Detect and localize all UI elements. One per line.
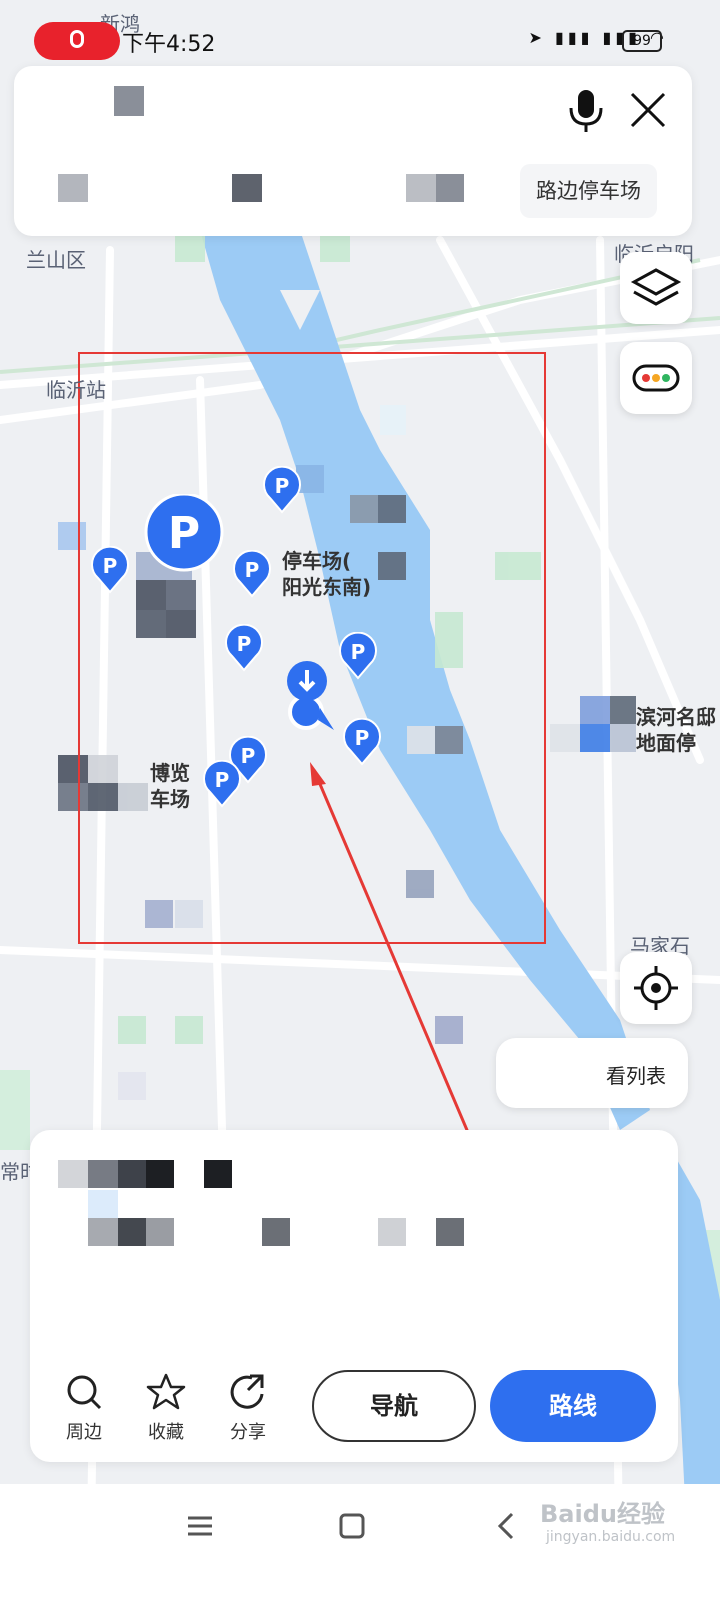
battery-indicator: 99 (622, 30, 662, 52)
svg-text:P: P (355, 726, 370, 750)
redacted-text (114, 86, 144, 116)
parking-marker-icon[interactable]: P (338, 632, 378, 680)
watermark-url: jingyan.baidu.com (546, 1529, 676, 1545)
search-card: 路边停车场 (14, 66, 692, 236)
place-detail-sheet: 周边 收藏 分享 导航 路线 (30, 1130, 678, 1462)
menu-icon[interactable] (184, 1510, 216, 1542)
redacted-text (232, 174, 262, 202)
map-label-linyi-station: 临沂站 (46, 378, 106, 402)
back-icon[interactable] (490, 1510, 522, 1542)
svg-text:P: P (241, 744, 256, 768)
layers-button[interactable] (620, 252, 692, 324)
redacted-text (88, 1218, 118, 1246)
parking-marker-icon[interactable]: P (262, 466, 302, 514)
redacted-text (436, 174, 464, 202)
redacted-text (146, 1160, 174, 1188)
parking-marker-icon[interactable]: P (202, 760, 242, 808)
svg-text:P: P (275, 474, 290, 498)
traffic-button[interactable] (620, 342, 692, 414)
star-icon (146, 1373, 186, 1410)
view-list-button[interactable]: 看列表 (496, 1038, 688, 1108)
nearby-action[interactable]: 周边 (54, 1372, 114, 1444)
home-icon[interactable] (336, 1510, 368, 1542)
map-label-expo-parking[interactable]: 博览 车场 (150, 760, 190, 812)
map-label-lanshan: 兰山区 (26, 248, 86, 272)
svg-text:P: P (245, 558, 260, 582)
svg-text:P: P (103, 554, 118, 578)
svg-text:P: P (168, 508, 200, 559)
filter-chip-roadside-parking[interactable]: 路边停车场 (520, 164, 657, 218)
redacted-text (262, 1218, 290, 1246)
view-list-label: 看列表 (606, 1064, 666, 1088)
watermark-brand: Baidu经验 (540, 1500, 665, 1528)
destination-pin-icon (287, 661, 327, 701)
parking-marker-icon[interactable]: P (90, 546, 130, 594)
redacted-text (378, 1218, 406, 1246)
map-label-binhe[interactable]: 滨河名邸 地面停 (636, 704, 716, 756)
map-label-parking-sunshine[interactable]: 停车场( 阳光东南) (282, 548, 371, 600)
svg-text:P: P (215, 768, 230, 792)
navigate-button[interactable]: 导航 (312, 1370, 476, 1442)
close-icon[interactable] (626, 88, 670, 132)
parking-marker-icon[interactable]: P (232, 550, 272, 598)
status-time: 下午4:52 (122, 32, 216, 57)
svg-text:P: P (351, 640, 366, 664)
svg-text:P: P (237, 632, 252, 656)
redacted-text (118, 1160, 146, 1188)
selected-parking-marker-icon[interactable]: P (144, 494, 226, 580)
redacted-text (88, 1190, 118, 1218)
route-button[interactable]: 路线 (490, 1370, 656, 1442)
redacted-text (204, 1160, 232, 1188)
redacted-text (118, 1218, 146, 1246)
recording-indicator[interactable] (34, 22, 120, 60)
locate-button[interactable] (620, 952, 692, 1024)
redacted-text (436, 1218, 464, 1246)
favorite-action[interactable]: 收藏 (136, 1372, 196, 1444)
parking-marker-icon[interactable]: P (224, 624, 264, 672)
share-action[interactable]: 分享 (218, 1372, 278, 1444)
search-icon (67, 1375, 102, 1410)
share-label: 分享 (230, 1422, 266, 1443)
redacted-text (406, 174, 436, 202)
traffic-light-icon (632, 364, 680, 392)
watermark: Baidu经验 jingyan.baidu.com (540, 1494, 675, 1545)
microphone-icon (70, 30, 84, 48)
favorite-label: 收藏 (148, 1422, 184, 1443)
redacted-text (58, 174, 88, 202)
status-bar: 下午4:52 ➤ ▮▮▮ ▮▮▮ ◠ 99 (0, 0, 720, 60)
share-icon (230, 1374, 264, 1409)
layers-icon (630, 268, 682, 306)
locate-icon (634, 966, 678, 1010)
redacted-text (58, 1160, 88, 1188)
microphone-icon[interactable] (566, 88, 606, 134)
parking-marker-icon[interactable]: P (342, 718, 382, 766)
redacted-text (146, 1218, 174, 1246)
redacted-text (88, 1160, 118, 1188)
nearby-label: 周边 (66, 1422, 102, 1443)
